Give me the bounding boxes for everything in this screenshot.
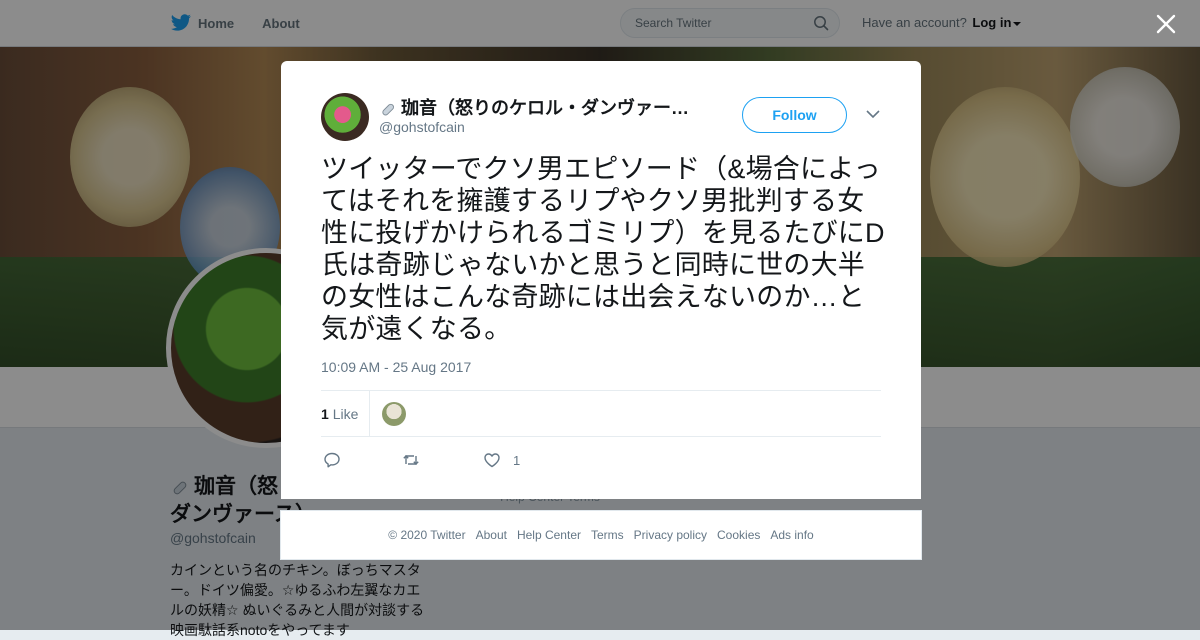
close-icon[interactable] — [1154, 12, 1178, 36]
likes-stat[interactable]: 1 Like — [321, 406, 358, 422]
footer-link-ads-info[interactable]: Ads info — [770, 528, 813, 542]
heart-icon — [484, 453, 500, 468]
likes-count: 1 — [321, 406, 329, 422]
like-count: 1 — [513, 452, 521, 468]
footer-link-cookies[interactable]: Cookies — [717, 528, 760, 542]
author-name-text: 珈音（怒りのケロル・ダンヴァー… — [401, 98, 689, 118]
chevron-down-icon[interactable] — [866, 109, 880, 119]
retweet-button[interactable] — [402, 450, 420, 470]
like-button[interactable]: 1 — [483, 450, 520, 470]
reply-button[interactable] — [323, 450, 341, 470]
footer-copyright: © 2020 Twitter — [388, 528, 466, 542]
author-avatar[interactable] — [321, 93, 369, 141]
tweet-text: ツイッターでクソ男エピソード（&場合によってはそれを擁護するリプやクソ男批判する… — [321, 154, 885, 344]
modal-footer: © 2020 Twitter About Help Center Terms P… — [280, 510, 922, 560]
tweet-timestamp[interactable]: 10:09 AM - 25 Aug 2017 — [321, 359, 471, 375]
key-icon — [382, 103, 394, 116]
footer-link-terms[interactable]: Terms — [591, 528, 624, 542]
stats-divider — [369, 391, 370, 437]
likes-label: Like — [332, 406, 359, 422]
footer-link-help-center[interactable]: Help Center — [517, 528, 581, 542]
reply-icon — [324, 452, 340, 468]
follow-button[interactable]: Follow — [742, 97, 847, 133]
footer-link-privacy[interactable]: Privacy policy — [634, 528, 707, 542]
tweet-stats: 1 Like — [321, 390, 881, 437]
tweet-modal: 珈音（怒りのケロル・ダンヴァー… @gohstofcain Follow ツイッ… — [281, 61, 921, 499]
author-handle[interactable]: @gohstofcain — [379, 119, 465, 135]
liker-avatar[interactable] — [382, 402, 406, 426]
footer-link-about[interactable]: About — [476, 528, 507, 542]
retweet-icon — [403, 455, 419, 465]
author-name[interactable]: 珈音（怒りのケロル・ダンヴァー… — [379, 94, 699, 120]
tweet-actions: 1 — [321, 448, 881, 472]
